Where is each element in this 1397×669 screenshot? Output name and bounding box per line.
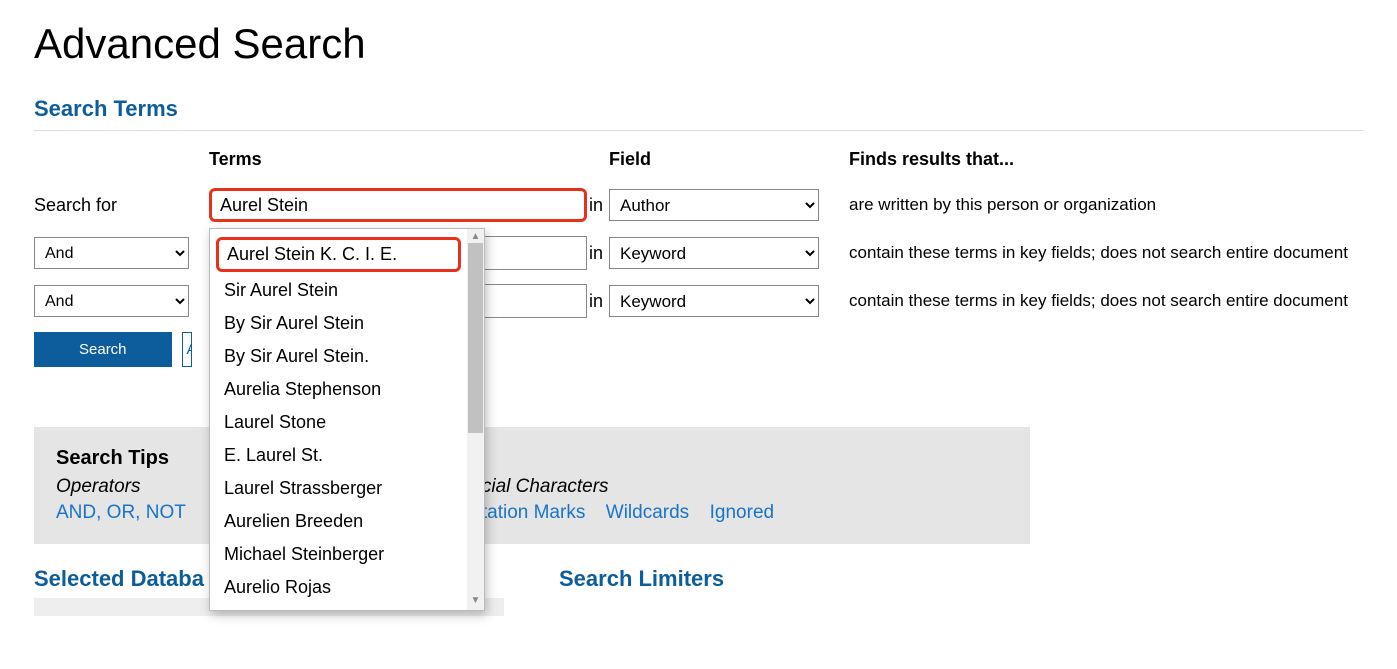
autocomplete-item[interactable]: E. Laurel St. <box>210 439 467 472</box>
autocomplete-item[interactable]: Laurel Strassberger <box>210 472 467 505</box>
in-label: in <box>589 195 603 216</box>
autocomplete-scrollbar[interactable]: ▲ ▼ <box>467 229 484 610</box>
special-chars-subtitle: cial Characters <box>482 476 790 498</box>
field-select-3[interactable]: Keyword <box>609 285 819 317</box>
operator-select-2[interactable]: And <box>34 237 189 269</box>
autocomplete-item[interactable]: By Sir Aurel Stein <box>210 307 467 340</box>
operators-subtitle: Operators <box>56 476 202 498</box>
autocomplete-list: Aurel Stein K. C. I. E. Sir Aurel Stein … <box>210 229 467 610</box>
in-label: in <box>589 291 603 312</box>
search-tips-box: Search Tips Operators AND, OR, NOT cial … <box>34 427 1030 544</box>
wildcards-link[interactable]: Wildcards <box>606 502 689 523</box>
quotation-marks-link[interactable]: tation Marks <box>482 502 585 523</box>
add-row-button[interactable]: A <box>182 332 192 367</box>
autocomplete-item[interactable]: Sir Aurel Stein <box>210 274 467 307</box>
search-limiters-heading: Search Limiters <box>559 566 1363 592</box>
scroll-down-icon[interactable]: ▼ <box>471 593 481 608</box>
search-terms-heading: Search Terms <box>34 96 1363 122</box>
row-description: are written by this person or organizati… <box>849 195 1363 215</box>
search-tips-title: Search Tips <box>56 447 1008 470</box>
scroll-up-icon[interactable]: ▲ <box>471 229 481 244</box>
row-description: contain these terms in key fields; does … <box>849 243 1363 263</box>
search-row: Search for in Aurel Stein K. C. I. E. Si… <box>34 188 1363 222</box>
autocomplete-item[interactable]: Laurel Stone <box>210 406 467 439</box>
scroll-thumb[interactable] <box>468 243 483 433</box>
terms-column-label: Terms <box>209 149 262 169</box>
autocomplete-item[interactable]: Aurelia Stephenson <box>210 373 467 406</box>
search-button[interactable]: Search <box>34 332 172 367</box>
operators-link[interactable]: AND, OR, NOT <box>56 502 186 523</box>
column-headers: Terms Field Finds results that... <box>34 149 1363 170</box>
terms-input-1[interactable] <box>209 188 587 222</box>
field-select-2[interactable]: Keyword <box>609 237 819 269</box>
finds-column-label: Finds results that... <box>849 149 1014 169</box>
page-title: Advanced Search <box>34 20 1363 68</box>
autocomplete-dropdown: Aurel Stein K. C. I. E. Sir Aurel Stein … <box>209 228 485 611</box>
ignored-link[interactable]: Ignored <box>710 502 774 523</box>
autocomplete-item[interactable]: By Sir Aurel Stein. <box>210 340 467 373</box>
autocomplete-item[interactable]: Michael Steinberger <box>210 538 467 571</box>
search-for-label: Search for <box>34 195 209 216</box>
in-label: in <box>589 243 603 264</box>
operator-select-3[interactable]: And <box>34 285 189 317</box>
divider <box>34 130 1363 131</box>
autocomplete-item[interactable]: Aurel Stein K. C. I. E. <box>216 237 461 272</box>
autocomplete-item[interactable]: Aurelio Rojas <box>210 571 467 604</box>
field-column-label: Field <box>609 149 651 169</box>
autocomplete-item[interactable]: Aurelien Breeden <box>210 505 467 538</box>
row-description: contain these terms in key fields; does … <box>849 291 1363 311</box>
field-select-1[interactable]: Author <box>609 189 819 221</box>
